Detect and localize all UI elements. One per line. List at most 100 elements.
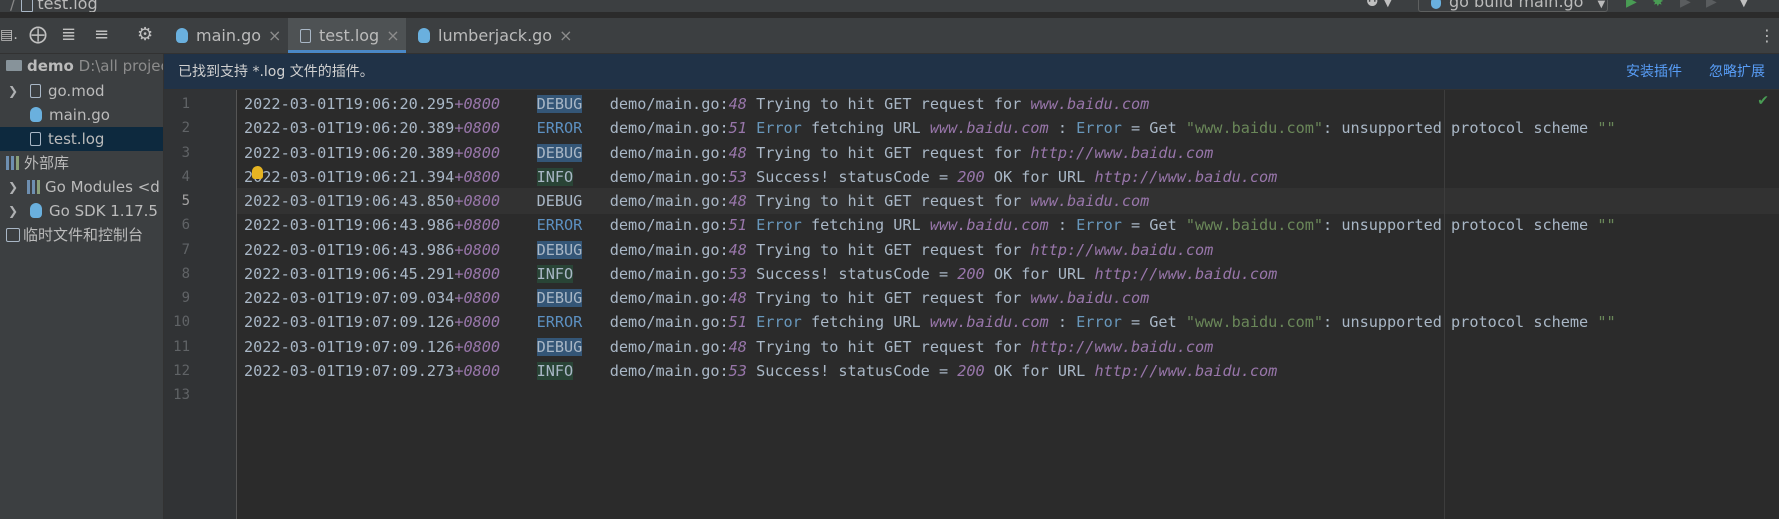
log-level: ERROR [536, 313, 583, 331]
log-url: http://www.baidu.com [1030, 338, 1214, 356]
log-message: Trying to hit GET request for [756, 338, 1031, 356]
ignore-extension-link[interactable]: 忽略扩展 [1709, 54, 1765, 90]
close-icon[interactable]: × [268, 26, 281, 45]
chevron-right-icon[interactable]: ❯ [8, 79, 18, 103]
log-level: DEBUG [536, 241, 583, 259]
tree-item-label: main.go [49, 106, 110, 124]
log-url: http://www.baidu.com [1030, 241, 1214, 259]
right-margin-guide [1444, 90, 1445, 519]
log-message: : unsupported protocol scheme [1323, 119, 1598, 137]
install-plugins-link[interactable]: 安装插件 [1626, 54, 1682, 90]
library-icon [27, 179, 41, 194]
tree-item-test-log[interactable]: test.log [0, 127, 163, 151]
crosshair-icon[interactable]: ⨁ [29, 24, 47, 46]
line-number: 3 [181, 145, 190, 161]
log-string: "www.baidu.com" [1185, 216, 1324, 234]
log-timestamp: 2022-03-01T19:07:09.034 [244, 289, 455, 307]
user-add-icon[interactable]: ⚉ [1366, 0, 1379, 10]
lightbulb-icon[interactable] [252, 166, 263, 179]
chevron-right-icon[interactable]: ❯ [8, 199, 18, 223]
banner-message: 已找到支持 *.log 文件的插件。 [178, 64, 374, 80]
log-source-line: 48 [728, 289, 747, 307]
debug-icon[interactable]: ✸ [1652, 0, 1664, 10]
log-source: demo/main.go: [609, 289, 729, 307]
log-source: demo/main.go: [609, 168, 729, 186]
log-message: Trying to hit GET request for [756, 289, 1031, 307]
project-view-icon[interactable]: ▤․ [0, 24, 18, 46]
line-number: 9 [181, 290, 190, 306]
breadcrumb: / test.log [4, 0, 98, 12]
editor-area[interactable]: 1 2 3 4 5 6 7 8 9 10 11 12 13 ✔ 2022-03-… [164, 90, 1779, 519]
tree-item-label: go.mod [48, 82, 105, 100]
log-line: 2022-03-01T19:06:45.291+0800 INFO demo/m… [244, 261, 1277, 287]
editor-tabs: main.go × test.log × lumberjack.go × ⋮ [164, 18, 1779, 54]
log-source-line: 48 [728, 338, 747, 356]
tree-item-go-modules[interactable]: ❯ Go Modules <d [0, 175, 163, 199]
log-source: demo/main.go: [609, 338, 729, 356]
log-message: Trying to hit GET request for [756, 144, 1031, 162]
log-string: "" [1597, 216, 1616, 234]
log-timezone: +0800 [454, 119, 501, 137]
log-source-line: 53 [728, 362, 747, 380]
tab-lumberjack-go[interactable]: lumberjack.go × [418, 18, 578, 53]
close-icon[interactable]: × [386, 26, 399, 45]
tab-test-log[interactable]: test.log × [288, 18, 406, 53]
chevron-down-icon[interactable]: ▼ [1384, 0, 1392, 9]
log-timestamp: 2022-03-01T19:06:45.291 [244, 265, 455, 283]
tree-item-label: Go SDK 1.17.5 [49, 202, 158, 220]
log-timestamp: 2022-03-01T19:06:20.389 [244, 144, 455, 162]
tree-item-scratches[interactable]: 临时文件和控制台 [0, 223, 163, 247]
tree-item-main-go[interactable]: main.go [0, 103, 163, 127]
log-level: INFO [536, 362, 574, 380]
project-toolbar: ▤․ ⨁ ≣ ≡ ⚙ [0, 18, 164, 54]
run-configuration-select[interactable]: go build main.go ▼ [1418, 0, 1608, 12]
log-status-code: 200 [957, 362, 985, 380]
tree-item-external-libraries[interactable]: 外部库 [0, 151, 163, 175]
breadcrumb-file[interactable]: test.log [37, 0, 97, 12]
log-level: INFO [536, 168, 574, 186]
file-icon [30, 83, 41, 98]
run-icon[interactable]: ▶ [1626, 0, 1637, 10]
more-tabs-icon[interactable]: ⋮ [1759, 26, 1775, 45]
gopher-icon [176, 28, 188, 43]
tab-label: test.log [319, 26, 380, 45]
tree-item-go-sdk[interactable]: ❯ Go SDK 1.17.5 [0, 199, 163, 223]
line-number: 6 [181, 217, 190, 233]
profile-icon[interactable]: ▶ [1706, 0, 1717, 10]
coverage-icon[interactable]: ▶ [1680, 0, 1691, 10]
log-level: ERROR [536, 216, 583, 234]
collapse-all-icon[interactable]: ≡ [94, 24, 109, 46]
chevron-down-icon[interactable]: ▼ [1740, 0, 1748, 9]
expand-all-icon[interactable]: ≣ [61, 24, 76, 46]
line-number: 1 [181, 96, 190, 112]
tab-main-go[interactable]: main.go × [176, 18, 288, 53]
close-icon[interactable]: × [559, 26, 572, 45]
log-level: DEBUG [536, 144, 583, 162]
log-timestamp: 2022-03-01T19:06:43.850 [244, 192, 455, 210]
log-message: Trying to hit GET request for [756, 95, 1031, 113]
project-tree: demo D:\all projec ❯ go.mod main.go test… [0, 54, 164, 519]
log-url: www.baidu.com [1030, 95, 1150, 113]
log-level: DEBUG [536, 289, 583, 307]
log-message: : unsupported protocol scheme [1323, 216, 1598, 234]
gopher-icon [1431, 0, 1441, 9]
log-message: fetching URL [801, 313, 930, 331]
tree-item-label: Go Modules <d [45, 178, 160, 196]
tree-item-demo[interactable]: demo D:\all projec [0, 54, 163, 78]
log-source: demo/main.go: [609, 313, 729, 331]
log-timezone: +0800 [454, 289, 501, 307]
chevron-right-icon[interactable]: ❯ [8, 175, 18, 199]
log-timestamp: 2022-03-01T19:06:20.295 [244, 95, 455, 113]
log-message: Trying to hit GET request for [756, 192, 1031, 210]
log-url: http://www.baidu.com [1094, 362, 1278, 380]
log-message: OK for URL [984, 265, 1095, 283]
line-number-gutter[interactable]: 1 2 3 4 5 6 7 8 9 10 11 12 13 [164, 90, 237, 519]
file-icon [21, 0, 34, 12]
line-number: 7 [181, 242, 190, 258]
log-source: demo/main.go: [609, 362, 729, 380]
log-message: OK for URL [984, 362, 1095, 380]
log-separator: : [1048, 119, 1077, 137]
gear-icon[interactable]: ⚙ [137, 24, 153, 46]
tree-item-go-mod[interactable]: ❯ go.mod [0, 79, 163, 103]
log-message: fetching URL [801, 216, 930, 234]
